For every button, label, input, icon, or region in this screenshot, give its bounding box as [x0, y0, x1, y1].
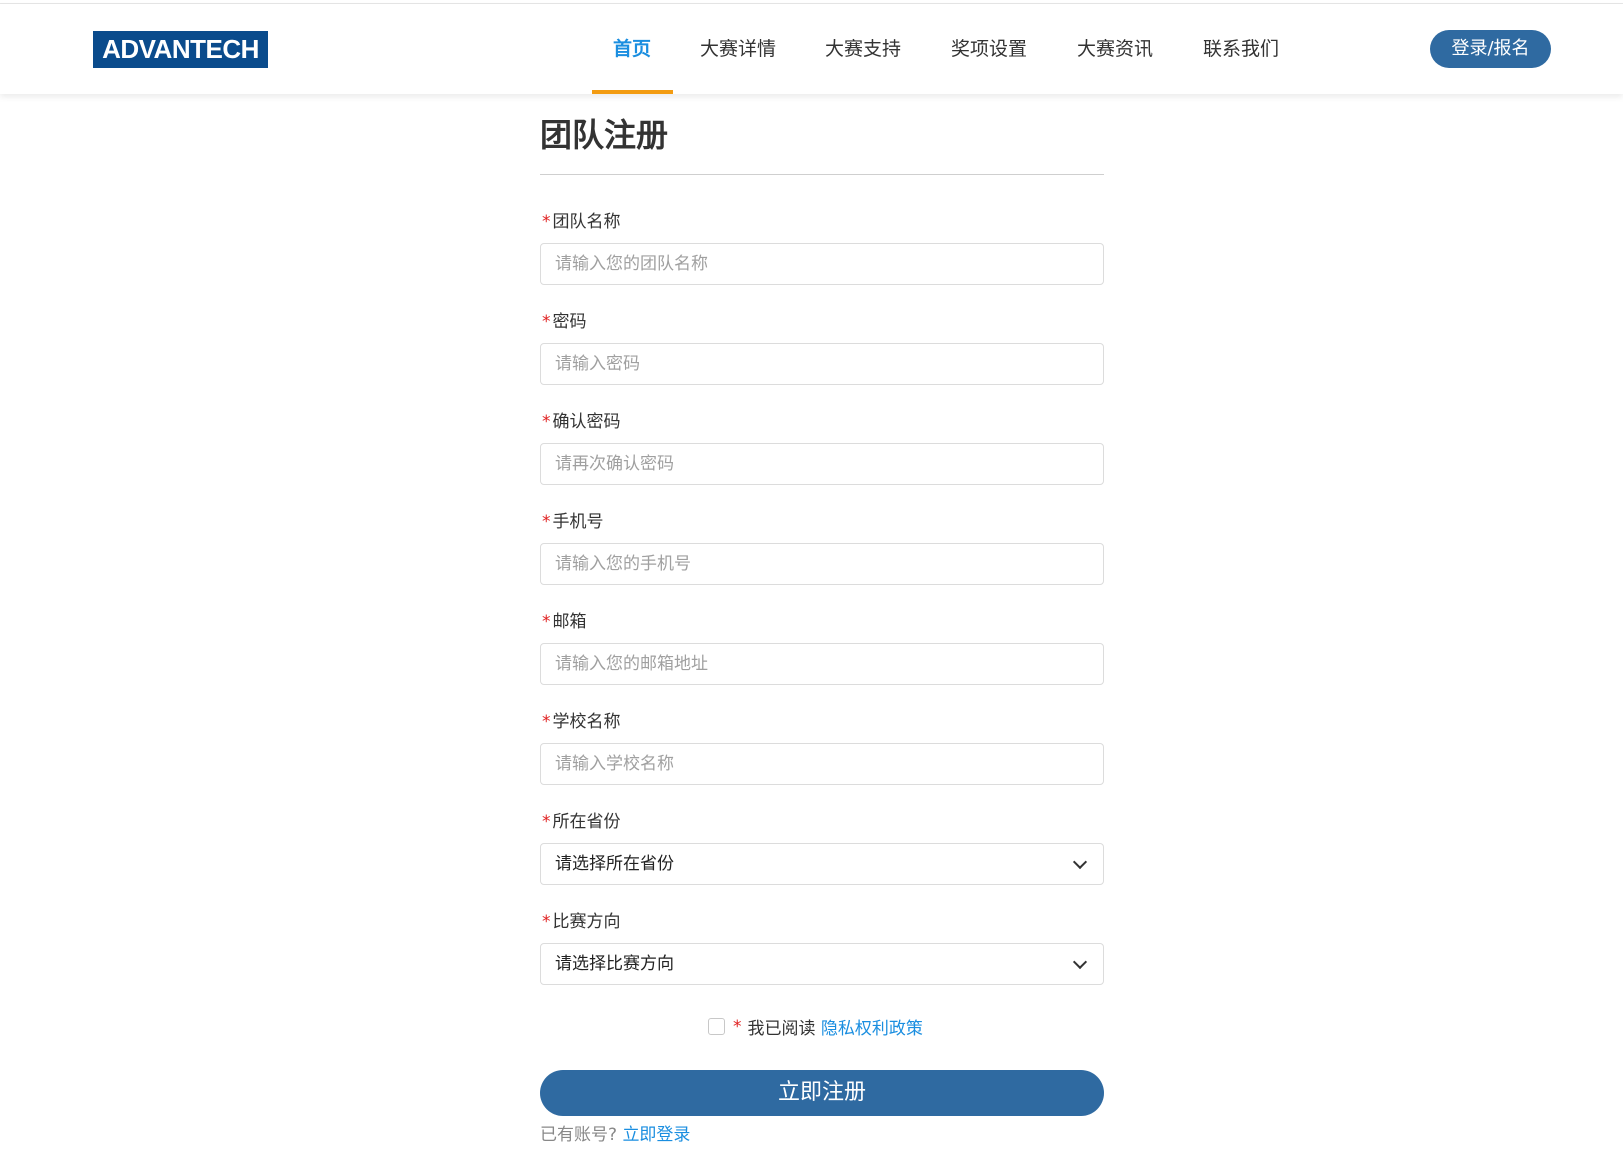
nav-item-support[interactable]: 大赛支持 — [825, 4, 901, 94]
school-label-text: 学校名称 — [552, 712, 621, 732]
nav-item-home[interactable]: 首页 — [613, 4, 651, 94]
province-label: * 所在省份 — [542, 807, 621, 832]
province-label-text: 所在省份 — [552, 812, 621, 832]
required-mark: * — [542, 612, 551, 632]
confirm-password-label: * 确认密码 — [542, 407, 621, 432]
required-mark: * — [542, 712, 551, 732]
nav-item-details[interactable]: 大赛详情 — [700, 4, 776, 94]
required-mark: * — [542, 512, 551, 532]
register-now-button[interactable]: 立即注册 — [540, 1070, 1104, 1116]
team-name-label: * 团队名称 — [542, 207, 621, 232]
password-label-text: 密码 — [552, 312, 587, 332]
school-input[interactable] — [540, 743, 1104, 785]
page-title: 团队注册 — [540, 116, 669, 154]
email-label: * 邮箱 — [542, 607, 587, 632]
nav-item-contact[interactable]: 联系我们 — [1203, 4, 1279, 94]
active-nav-underline — [592, 90, 673, 94]
advantech-logo[interactable]: ADVANTECH — [93, 31, 268, 68]
login-register-button[interactable]: 登录/报名 — [1430, 30, 1551, 68]
title-divider — [540, 174, 1104, 175]
required-mark: * — [542, 312, 551, 332]
chevron-down-icon — [1072, 954, 1088, 970]
phone-label: * 手机号 — [542, 507, 604, 532]
required-mark: * — [542, 812, 551, 832]
confirm-password-label-text: 确认密码 — [552, 412, 621, 432]
phone-label-text: 手机号 — [552, 512, 604, 532]
site-header: ADVANTECH 首页 大赛详情 大赛支持 奖项设置 大赛资讯 联系我们 登录… — [0, 4, 1623, 94]
team-name-input[interactable] — [540, 243, 1104, 285]
chevron-down-icon — [1072, 854, 1088, 870]
direction-select-value: 请选择比赛方向 — [555, 954, 674, 974]
have-account-text: 已有账号? — [540, 1125, 618, 1145]
nav-item-news[interactable]: 大赛资讯 — [1077, 4, 1153, 94]
province-select-value: 请选择所在省份 — [555, 854, 674, 874]
required-mark: * — [542, 912, 551, 932]
agree-text: 我已阅读 — [747, 1019, 816, 1039]
confirm-password-input[interactable] — [540, 443, 1104, 485]
agree-checkbox[interactable] — [708, 1018, 725, 1035]
nav-item-awards[interactable]: 奖项设置 — [951, 4, 1027, 94]
privacy-agreement: * 我已阅读 隐私权利政策 — [708, 1014, 923, 1039]
required-mark: * — [542, 412, 551, 432]
login-now-link[interactable]: 立即登录 — [622, 1125, 690, 1145]
login-hint: 已有账号? 立即登录 — [540, 1120, 690, 1145]
direction-label-text: 比赛方向 — [552, 912, 621, 932]
email-label-text: 邮箱 — [552, 612, 587, 632]
direction-select[interactable]: 请选择比赛方向 — [540, 943, 1104, 985]
password-label: * 密码 — [542, 307, 587, 332]
email-input[interactable] — [540, 643, 1104, 685]
team-name-label-text: 团队名称 — [552, 212, 621, 232]
password-input[interactable] — [540, 343, 1104, 385]
phone-input[interactable] — [540, 543, 1104, 585]
privacy-policy-link[interactable]: 隐私权利政策 — [821, 1019, 923, 1039]
required-mark: * — [733, 1016, 742, 1037]
direction-label: * 比赛方向 — [542, 907, 621, 932]
school-label: * 学校名称 — [542, 707, 621, 732]
province-select[interactable]: 请选择所在省份 — [540, 843, 1104, 885]
required-mark: * — [542, 212, 551, 232]
